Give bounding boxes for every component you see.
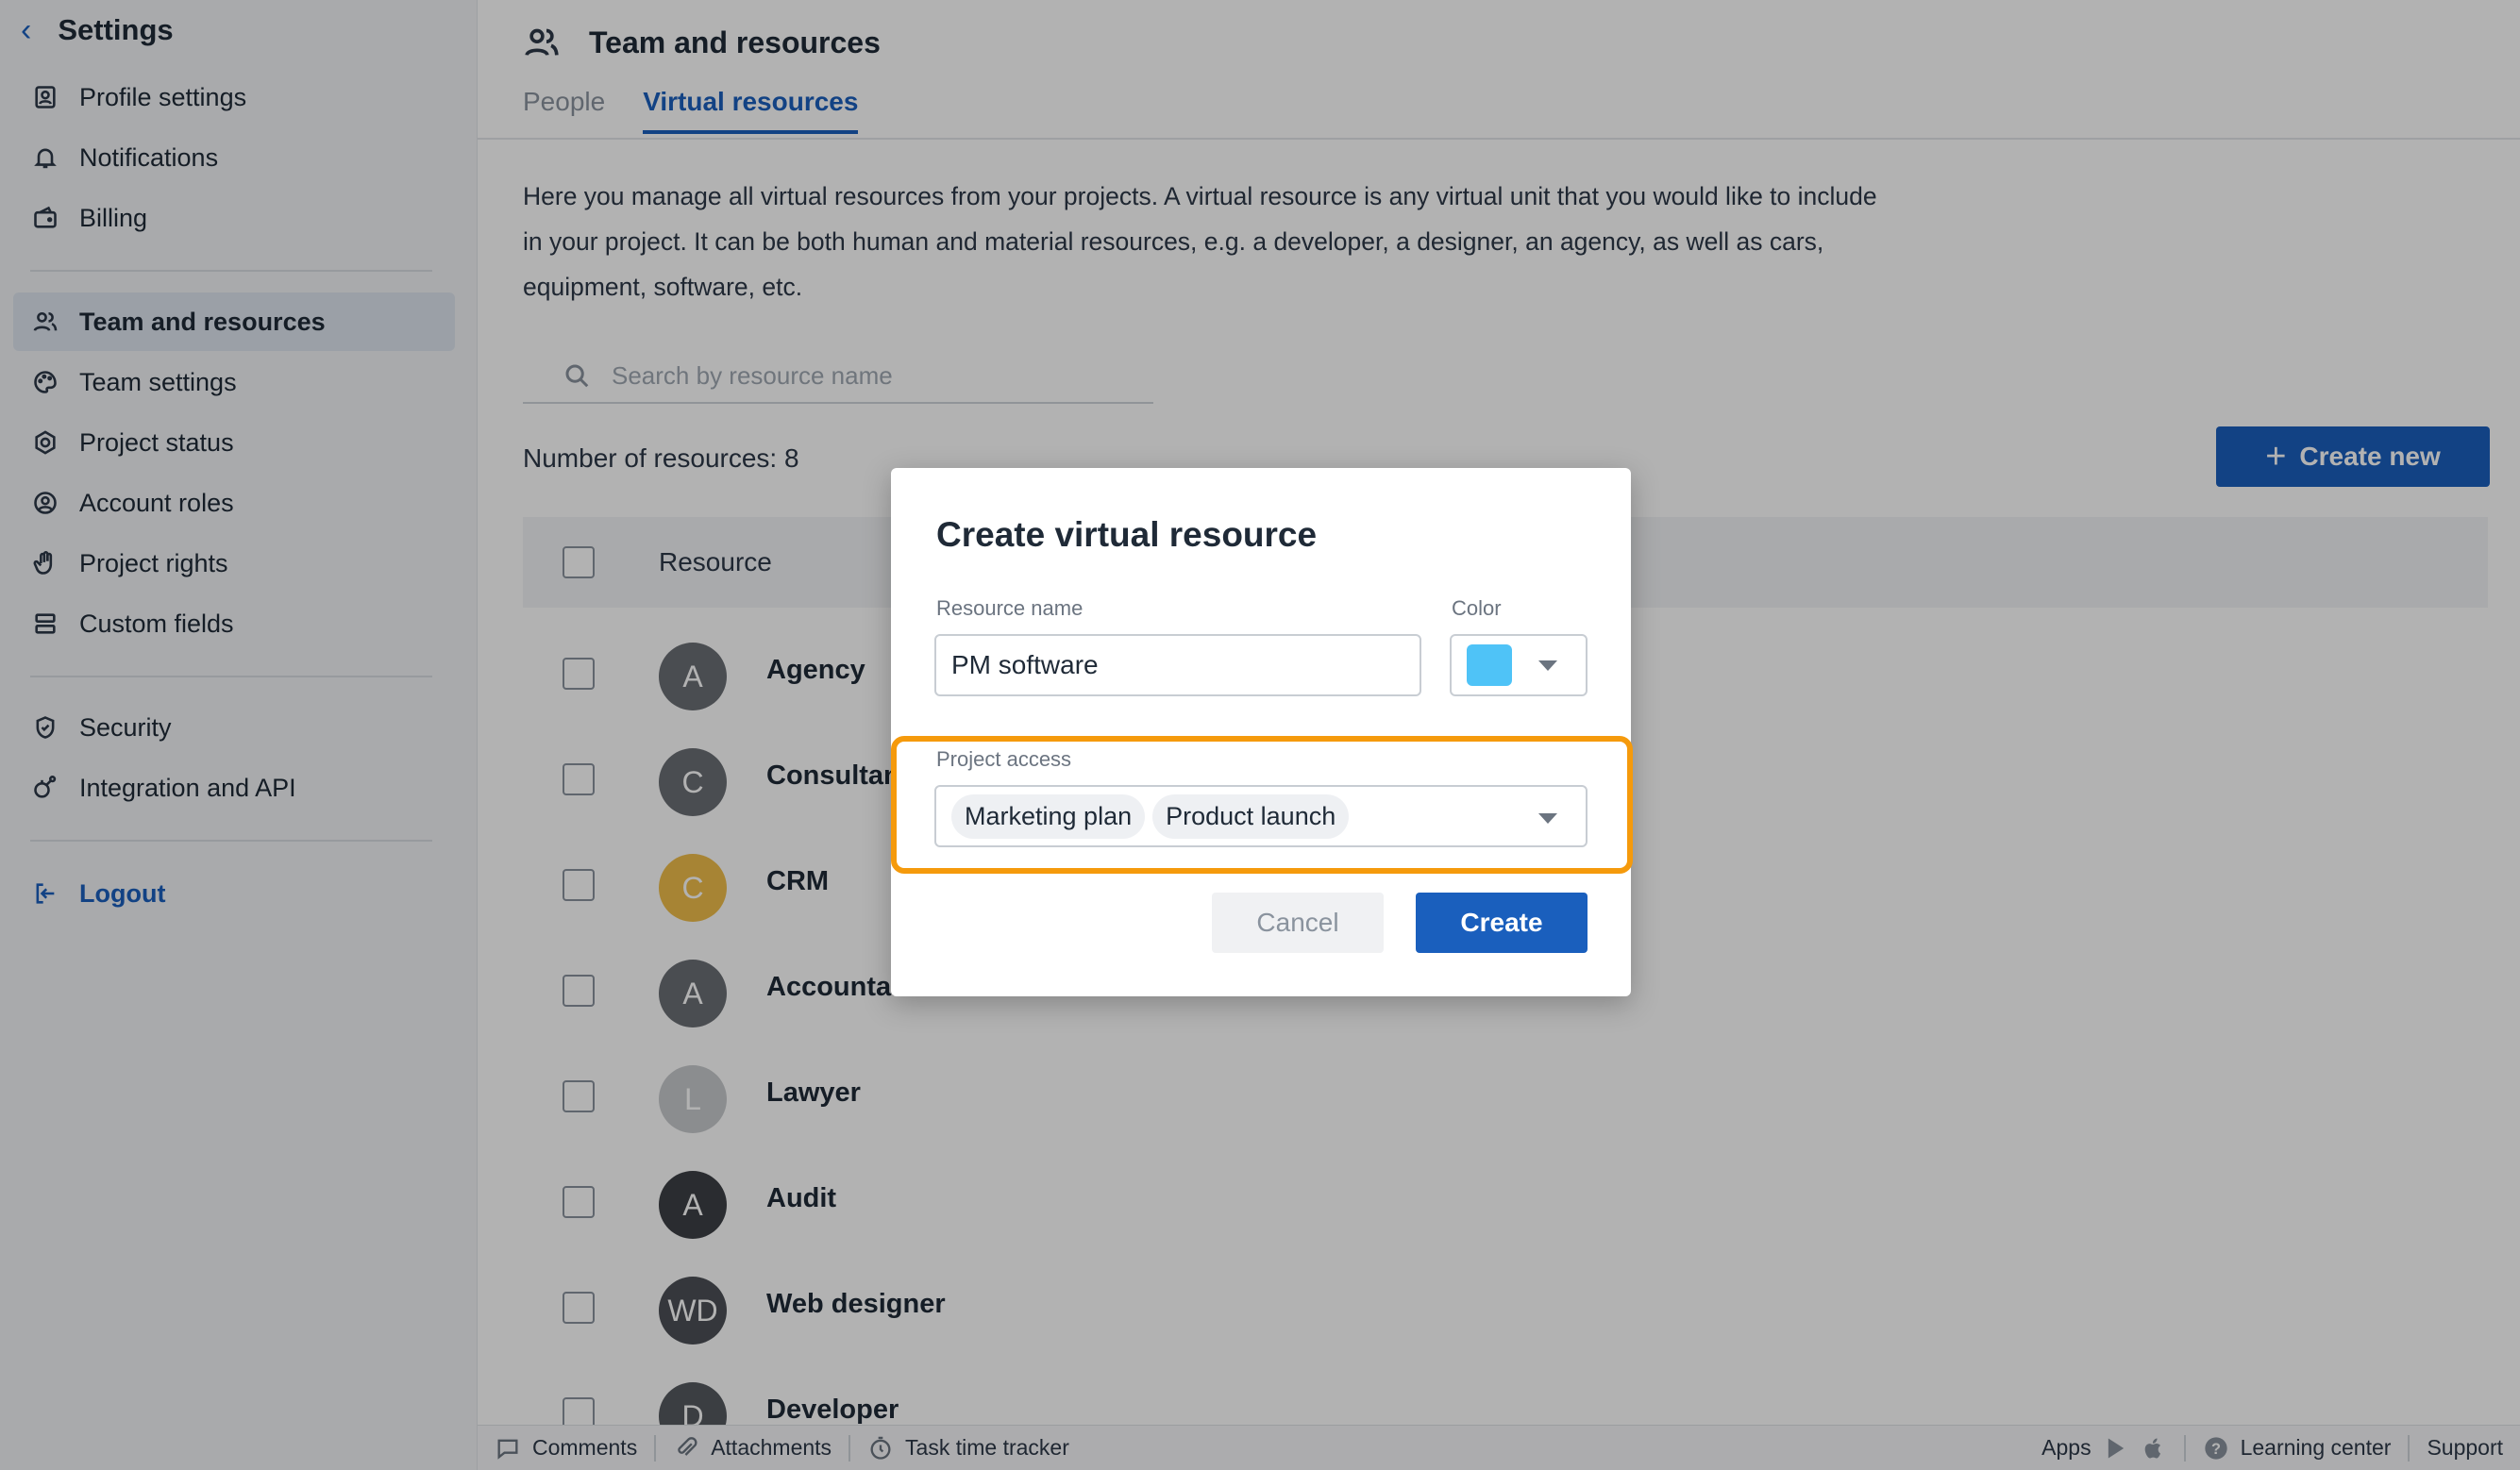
create-virtual-resource-dialog: Create virtual resource Resource name Co… (891, 468, 1633, 996)
cancel-button[interactable]: Cancel (1212, 893, 1384, 953)
chevron-down-icon (1538, 660, 1557, 671)
color-swatch (1467, 644, 1512, 686)
resource-name-input[interactable] (934, 634, 1421, 696)
chevron-down-icon (1538, 813, 1557, 824)
project-access-label: Project access (936, 747, 1072, 771)
project-access-select[interactable]: Marketing plan Product launch (934, 785, 1588, 847)
project-chip-marketing-plan[interactable]: Marketing plan (951, 793, 1146, 839)
project-chip-product-launch[interactable]: Product launch (1152, 793, 1350, 839)
dialog-title: Create virtual resource (936, 515, 1318, 554)
create-button[interactable]: Create (1416, 893, 1588, 953)
resource-name-label: Resource name (936, 596, 1084, 620)
color-label: Color (1452, 596, 1502, 620)
color-select[interactable] (1450, 634, 1588, 696)
